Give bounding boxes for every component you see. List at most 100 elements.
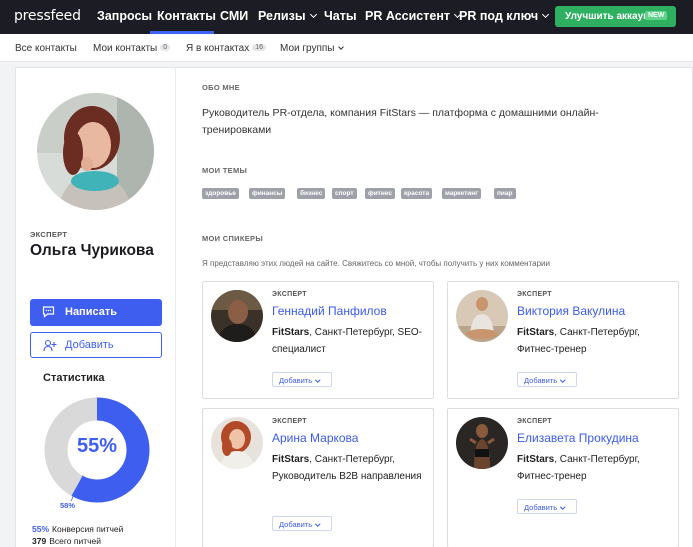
nav-label: Чаты <box>324 9 357 23</box>
chevron-down-icon <box>309 10 317 19</box>
stat-label: Всего питчей <box>49 536 101 546</box>
speaker-avatar[interactable] <box>211 290 263 342</box>
nav-media[interactable]: СМИ <box>220 9 248 23</box>
top-navigation-bar: pressfeed Запросы Контакты СМИ Релизы Ча… <box>0 0 693 34</box>
speaker-avatar[interactable] <box>456 290 508 342</box>
nav-label: Запросы <box>97 9 153 23</box>
nav-label: Релизы <box>258 9 306 23</box>
donut-center-percent: 55% <box>76 435 118 457</box>
contacts-subnav: Все контакты Мои контакты 0 Я в контактах… <box>0 34 693 62</box>
chevron-down-icon <box>542 10 550 19</box>
about-heading: ОБО МНЕ <box>202 83 240 92</box>
speaker-add-dropdown[interactable]: Добавить <box>517 372 577 387</box>
subnav-label: Мои контакты <box>93 43 158 54</box>
nav-releases[interactable]: Релизы <box>258 9 317 23</box>
profile-name: Ольга Чурикова <box>30 242 154 259</box>
nav-chats[interactable]: Чаты <box>324 9 357 23</box>
speaker-name-link[interactable]: Виктория Вакулина <box>517 304 625 318</box>
topic-tag[interactable]: красота <box>401 188 433 199</box>
subnav-in-contacts[interactable]: Я в контактах 16 <box>186 43 267 54</box>
nav-contacts[interactable]: Контакты <box>157 9 216 23</box>
speaker-company: FitStars <box>517 327 555 338</box>
write-label: Написать <box>65 306 117 318</box>
new-badge: NEW <box>645 11 668 20</box>
speaker-card: ЭКСПЕРТ Геннадий Панфилов FitStars, Санк… <box>202 281 434 399</box>
add-label: Добавить <box>524 376 558 385</box>
speaker-role: ЭКСПЕРТ <box>517 418 552 425</box>
speaker-role: ЭКСПЕРТ <box>272 418 307 425</box>
speakers-note: Я представляю этих людей на сайте. Свяжи… <box>202 259 550 268</box>
nav-pr-turnkey[interactable]: PR под ключ <box>459 9 550 23</box>
profile-role: ЭКСПЕРТ <box>30 230 68 239</box>
pressfeed-logo[interactable]: pressfeed <box>14 8 81 24</box>
speaker-description: FitStars, Санкт-Петербург, SEO-специалис… <box>272 324 432 358</box>
profile-avatar <box>37 93 154 210</box>
profile-sidebar: ЭКСПЕРТ Ольга Чурикова Написать Добавить… <box>15 67 175 547</box>
speaker-add-dropdown[interactable]: Добавить <box>272 372 332 387</box>
nav-requests[interactable]: Запросы <box>97 9 152 23</box>
upgrade-label: Улучшить аккаунт <box>565 11 655 22</box>
subnav-label: Мои группы <box>280 43 335 54</box>
nav-label: PR под ключ <box>459 9 539 23</box>
speakers-heading: МОИ СПИКЕРЫ <box>202 234 263 243</box>
speaker-description: FitStars, Санкт-Петербург, Фитнес-тренер <box>517 451 677 485</box>
chevron-down-icon <box>560 503 566 509</box>
add-label: Добавить <box>524 503 558 512</box>
chevron-down-icon <box>315 520 321 526</box>
profile-main: ОБО МНЕ Руководитель PR-отдела, компания… <box>175 67 693 547</box>
subnav-my-contacts[interactable]: Мои контакты 0 <box>93 43 171 54</box>
topic-tag[interactable]: финансы <box>249 188 286 199</box>
speaker-role: ЭКСПЕРТ <box>272 291 307 298</box>
chevron-down-icon <box>560 376 566 382</box>
upgrade-account-button[interactable]: Улучшить аккаунт NEW <box>555 6 676 27</box>
speaker-role: ЭКСПЕРТ <box>517 291 552 298</box>
add-label: Добавить <box>279 376 313 385</box>
about-text: Руководитель PR-отдела, компания FitStar… <box>202 107 599 136</box>
stat-row-total: 379 Всего питчей <box>32 536 101 546</box>
topic-tag[interactable]: фитнес <box>365 188 395 199</box>
speaker-card: ЭКСПЕРТ Елизавета Прокудина FitStars, Са… <box>447 408 679 547</box>
topics-heading: МОИ ТЕМЫ <box>202 166 248 175</box>
chat-icon <box>42 306 55 318</box>
topic-tag[interactable]: бизнес <box>297 188 326 199</box>
stat-row-conversion: 55% Конверсия питчей <box>32 524 123 534</box>
speaker-add-dropdown[interactable]: Добавить <box>517 499 577 514</box>
subnav-all-contacts[interactable]: Все контакты <box>15 43 77 54</box>
speaker-avatar[interactable] <box>211 417 263 469</box>
topic-tag[interactable]: здоровье <box>202 188 239 199</box>
subnav-my-groups[interactable]: Мои группы <box>280 43 345 54</box>
speaker-card: ЭКСПЕРТ Арина Маркова FitStars, Санкт-Пе… <box>202 408 434 547</box>
speaker-avatar[interactable] <box>456 417 508 469</box>
speaker-company: FitStars <box>272 454 310 465</box>
add-contact-button[interactable]: Добавить <box>30 332 162 358</box>
count-badge: 16 <box>252 44 267 51</box>
stats-title: Статистика <box>43 372 105 384</box>
speaker-card: ЭКСПЕРТ Виктория Вакулина FitStars, Санк… <box>447 281 679 399</box>
speaker-name-link[interactable]: Елизавета Прокудина <box>517 431 639 445</box>
nav-pr-assistant[interactable]: PR Ассистент <box>365 9 462 23</box>
topic-tag[interactable]: пиар <box>494 188 516 199</box>
nav-label: PR Ассистент <box>365 9 450 23</box>
write-message-button[interactable]: Написать <box>30 299 162 326</box>
speaker-name-link[interactable]: Арина Маркова <box>272 431 358 445</box>
donut-segment-label: 58% <box>60 501 76 510</box>
chevron-down-icon <box>315 376 321 382</box>
add-user-icon <box>43 339 57 352</box>
chevron-down-icon <box>338 44 345 50</box>
subnav-label: Я в контактах <box>186 43 250 54</box>
speaker-company: FitStars <box>272 327 310 338</box>
speaker-description: FitStars, Санкт-Петербург, Фитнес-тренер <box>517 324 677 358</box>
subnav-label: Все контакты <box>15 43 77 54</box>
stat-label: Конверсия питчей <box>52 524 124 534</box>
topic-tag[interactable]: спорт <box>332 188 357 199</box>
topic-tag[interactable]: маркетинг <box>442 188 481 199</box>
speaker-add-dropdown[interactable]: Добавить <box>272 516 332 531</box>
count-badge: 0 <box>160 44 171 51</box>
stat-value: 55% <box>32 524 50 534</box>
speaker-description: FitStars, Санкт-Петербург, Руководитель … <box>272 451 432 485</box>
add-label: Добавить <box>279 520 313 529</box>
add-label: Добавить <box>65 339 114 351</box>
stat-value: 379 <box>32 536 47 546</box>
nav-label: Контакты <box>157 9 216 23</box>
speaker-name-link[interactable]: Геннадий Панфилов <box>272 304 387 318</box>
